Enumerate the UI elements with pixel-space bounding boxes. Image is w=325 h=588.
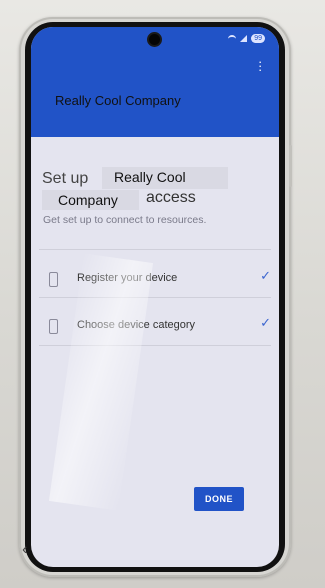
title-suffix: access <box>146 189 196 206</box>
smartphone-icon <box>49 272 58 287</box>
divider <box>39 345 271 346</box>
done-button[interactable]: DONE <box>194 487 244 511</box>
company-name: Really Cool Company <box>55 93 181 108</box>
divider <box>39 249 271 250</box>
step-register-device[interactable]: Register your device ✓ <box>45 268 271 296</box>
phone-side-button <box>289 145 292 187</box>
checkmark-icon: ✓ <box>260 268 271 283</box>
app-header: 99 · · · Really Cool Company <box>31 27 279 137</box>
front-camera <box>149 34 160 45</box>
title-company-line2: Company <box>42 190 139 210</box>
smartphone-icon <box>49 319 58 334</box>
step-choose-category[interactable]: Choose device category ✓ <box>45 315 271 343</box>
back-icon[interactable]: ‹ <box>22 541 27 559</box>
step-label: Register your device <box>77 272 178 284</box>
checkmark-icon: ✓ <box>260 315 271 330</box>
page-subtitle: Get set up to connect to resources. <box>43 214 207 226</box>
step-label: Choose device category <box>77 319 196 331</box>
wifi-icon <box>228 34 237 43</box>
title-prefix: Set up <box>42 170 89 187</box>
phone-screen: 99 · · · Really Cool Company Set up Really… <box>31 27 279 567</box>
title-company-line1: Really Cool <box>102 167 228 189</box>
battery-indicator: 99 <box>251 34 265 43</box>
signal-icon <box>240 35 248 42</box>
status-bar: 99 <box>228 34 265 43</box>
divider <box>39 297 271 298</box>
more-options-icon[interactable]: · · · <box>258 55 262 76</box>
